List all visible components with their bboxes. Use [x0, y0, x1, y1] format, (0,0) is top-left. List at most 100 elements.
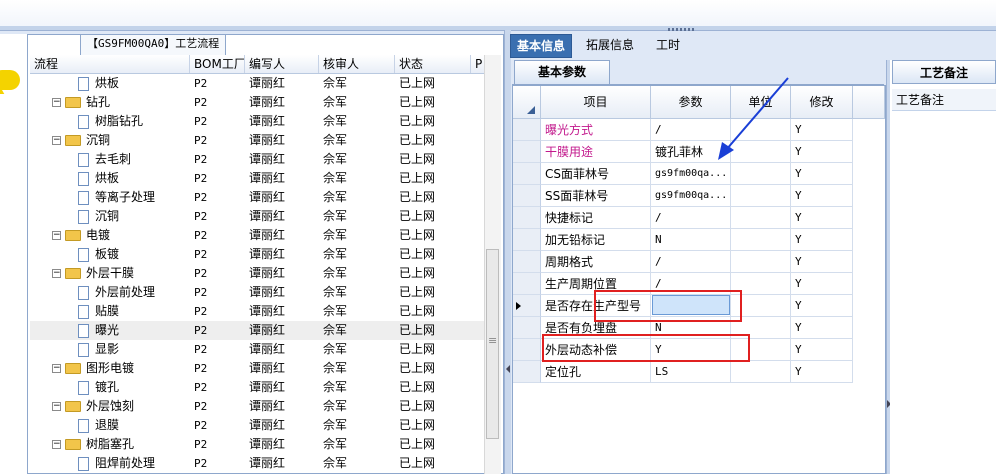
- row-indicator[interactable]: [513, 273, 541, 295]
- tab-process-remarks[interactable]: 工艺备注: [892, 60, 996, 84]
- row-indicator[interactable]: [513, 185, 541, 207]
- tree-node[interactable]: 显影: [78, 340, 190, 359]
- scrollbar-thumb[interactable]: [486, 249, 499, 439]
- param-value-cell[interactable]: gs9fm00qa...: [651, 185, 731, 207]
- collapse-icon[interactable]: −: [52, 136, 61, 145]
- tree-node[interactable]: 退膜: [78, 416, 190, 435]
- main-splitter[interactable]: [504, 30, 511, 474]
- param-value-cell[interactable]: gs9fm00qa...: [651, 163, 731, 185]
- param-modify-cell[interactable]: Y: [791, 141, 853, 163]
- row-indicator[interactable]: [513, 119, 541, 141]
- tree-row[interactable]: − 外层蚀刻 P2 谭丽红 佘军 已上网: [30, 397, 488, 416]
- tree-row[interactable]: 外层前处理 P2 谭丽红 佘军 已上网: [30, 283, 488, 302]
- tree-node[interactable]: − 外层蚀刻: [52, 397, 190, 416]
- param-unit-cell[interactable]: [731, 361, 791, 383]
- tree-node[interactable]: 镀孔: [78, 378, 190, 397]
- param-modify-cell[interactable]: Y: [791, 251, 853, 273]
- collapse-icon[interactable]: −: [52, 364, 61, 373]
- param-modify-cell[interactable]: Y: [791, 229, 853, 251]
- param-row[interactable]: 定位孔 LS Y: [513, 361, 885, 383]
- tree-row[interactable]: 贴膜 P2 谭丽红 佘军 已上网: [30, 302, 488, 321]
- tree-node[interactable]: − 电镀: [52, 226, 190, 245]
- row-indicator[interactable]: [513, 339, 541, 361]
- row-indicator[interactable]: [513, 141, 541, 163]
- tree-node[interactable]: 树脂钻孔: [78, 112, 190, 131]
- param-value-cell[interactable]: N: [651, 229, 731, 251]
- current-row-indicator[interactable]: [513, 295, 541, 317]
- tab-basic-info[interactable]: 基本信息: [510, 34, 573, 58]
- param-modify-cell[interactable]: Y: [791, 207, 853, 229]
- tree-node[interactable]: − 树脂塞孔: [52, 435, 190, 454]
- param-unit-cell[interactable]: [731, 229, 791, 251]
- param-value-cell[interactable]: /: [651, 207, 731, 229]
- col-header-flow[interactable]: 流程: [30, 55, 190, 73]
- tree-row[interactable]: − 沉铜 P2 谭丽红 佘军 已上网: [30, 131, 488, 150]
- tree-node[interactable]: 去毛刺: [78, 150, 190, 169]
- collapse-icon[interactable]: −: [52, 98, 61, 107]
- collapse-icon[interactable]: −: [52, 269, 61, 278]
- tree-row[interactable]: − 电镀 P2 谭丽红 佘军 已上网: [30, 226, 488, 245]
- param-row[interactable]: 曝光方式 / Y: [513, 119, 885, 141]
- row-indicator[interactable]: [513, 229, 541, 251]
- param-modify-cell[interactable]: Y: [791, 361, 853, 383]
- param-modify-cell[interactable]: Y: [791, 163, 853, 185]
- tree-row[interactable]: − 图形电镀 P2 谭丽红 佘军 已上网: [30, 359, 488, 378]
- param-row[interactable]: 周期格式 / Y: [513, 251, 885, 273]
- collapse-left-icon[interactable]: [506, 365, 510, 373]
- param-unit-cell[interactable]: [731, 163, 791, 185]
- param-modify-cell[interactable]: Y: [791, 317, 853, 339]
- tree-node[interactable]: 外层前处理: [78, 283, 190, 302]
- param-row[interactable]: 加无铅标记 N Y: [513, 229, 885, 251]
- param-row[interactable]: CS面菲林号 gs9fm00qa... Y: [513, 163, 885, 185]
- tree-row[interactable]: 镀孔 P2 谭丽红 佘军 已上网: [30, 378, 488, 397]
- tree-row[interactable]: 烘板 P2 谭丽红 佘军 已上网: [30, 74, 488, 93]
- tree-scrollbar[interactable]: [484, 55, 501, 474]
- tree-node[interactable]: 板镀: [78, 245, 190, 264]
- param-modify-cell[interactable]: Y: [791, 185, 853, 207]
- param-row[interactable]: SS面菲林号 gs9fm00qa... Y: [513, 185, 885, 207]
- tree-node[interactable]: 烘板: [78, 74, 190, 93]
- tree-node[interactable]: 阻焊前处理: [78, 454, 190, 473]
- param-value-cell[interactable]: /: [651, 251, 731, 273]
- param-row[interactable]: 干膜用途 镀孔菲林 Y: [513, 141, 885, 163]
- col-header-author[interactable]: 编写人: [245, 55, 319, 73]
- tree-node[interactable]: 贴膜: [78, 302, 190, 321]
- param-modify-cell[interactable]: Y: [791, 295, 853, 317]
- row-indicator[interactable]: [513, 317, 541, 339]
- tree-row[interactable]: 退膜 P2 谭丽红 佘军 已上网: [30, 416, 488, 435]
- tree-node[interactable]: 等离子处理: [78, 188, 190, 207]
- tab-labor-hours[interactable]: 工时: [650, 34, 686, 56]
- param-value-cell[interactable]: LS: [651, 361, 731, 383]
- tree-row[interactable]: 曝光 P2 谭丽红 佘军 已上网: [30, 321, 488, 340]
- collapse-icon[interactable]: −: [52, 402, 61, 411]
- tree-node[interactable]: − 钻孔: [52, 93, 190, 112]
- row-indicator[interactable]: [513, 163, 541, 185]
- tree-row[interactable]: 等离子处理 P2 谭丽红 佘军 已上网: [30, 188, 488, 207]
- tree-node[interactable]: − 图形电镀: [52, 359, 190, 378]
- collapse-icon[interactable]: −: [52, 231, 61, 240]
- tree-row[interactable]: 树脂钻孔 P2 谭丽红 佘军 已上网: [30, 112, 488, 131]
- tree-node[interactable]: − 沉铜: [52, 131, 190, 150]
- param-unit-cell[interactable]: [731, 185, 791, 207]
- param-unit-cell[interactable]: [731, 207, 791, 229]
- row-indicator[interactable]: [513, 207, 541, 229]
- tree-row[interactable]: − 树脂塞孔 P2 谭丽红 佘军 已上网: [30, 435, 488, 454]
- tree-row[interactable]: 阻焊前处理 P2 谭丽红 佘军 已上网: [30, 454, 488, 473]
- tree-node[interactable]: 曝光: [78, 321, 190, 340]
- tab-extended-info[interactable]: 拓展信息: [580, 34, 640, 56]
- tree-node[interactable]: 沉铜: [78, 207, 190, 226]
- col-header-bom[interactable]: BOM工厂: [190, 55, 245, 73]
- splitter-grip[interactable]: [668, 28, 696, 31]
- col-header-reviewer[interactable]: 核审人: [319, 55, 395, 73]
- tree-row[interactable]: 板镀 P2 谭丽红 佘军 已上网: [30, 245, 488, 264]
- chat-bubble-icon[interactable]: [0, 70, 20, 90]
- col-header-status[interactable]: 状态: [395, 55, 471, 73]
- collapse-icon[interactable]: −: [52, 440, 61, 449]
- tree-row[interactable]: − 钻孔 P2 谭丽红 佘军 已上网: [30, 93, 488, 112]
- param-modify-cell[interactable]: Y: [791, 119, 853, 141]
- tree-row[interactable]: 烘板 P2 谭丽红 佘军 已上网: [30, 169, 488, 188]
- tree-row[interactable]: 沉铜 P2 谭丽红 佘军 已上网: [30, 207, 488, 226]
- tree-node[interactable]: − 外层干膜: [52, 264, 190, 283]
- col-header-modify[interactable]: 修改: [791, 86, 853, 119]
- tree-row[interactable]: − 外层干膜 P2 谭丽红 佘军 已上网: [30, 264, 488, 283]
